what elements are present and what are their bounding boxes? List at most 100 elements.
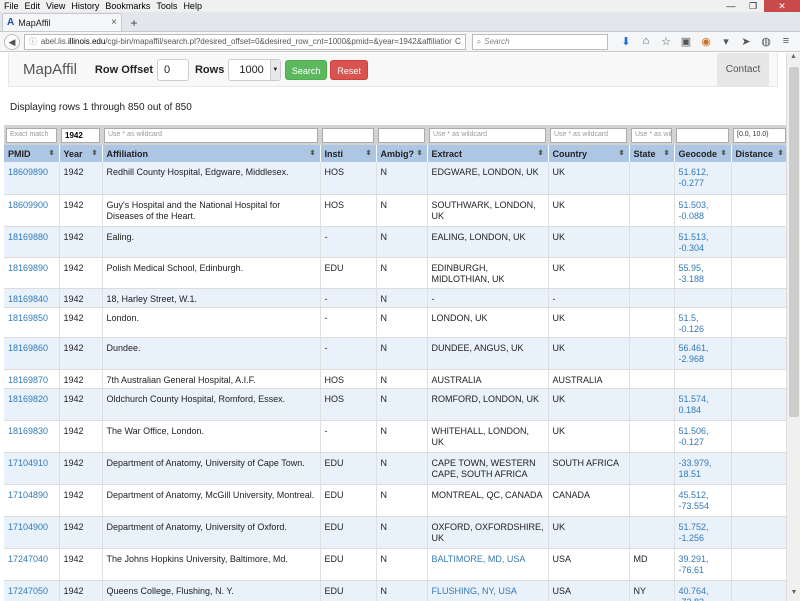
menu-history[interactable]: History xyxy=(71,1,99,11)
column-header-year[interactable]: Year ⬍ xyxy=(59,145,103,162)
column-header-country[interactable]: Country ⬍ xyxy=(548,145,630,162)
reset-button[interactable]: Reset xyxy=(330,59,368,80)
send-icon[interactable]: ➤ xyxy=(736,35,756,48)
geocode-link[interactable]: 40.764, -73.83 xyxy=(679,586,709,601)
new-tab-button[interactable]: + xyxy=(126,15,142,31)
geocode-link[interactable]: 51.574, 0.184 xyxy=(679,394,709,415)
pmid-link[interactable]: 18609900 xyxy=(8,200,48,210)
filter-state-input[interactable]: Use * as wildcard xyxy=(631,127,672,143)
maximize-button[interactable]: ❐ xyxy=(742,0,764,12)
extract-cell[interactable]: BALTIMORE, MD, USA xyxy=(432,554,526,564)
pmid-link[interactable]: 18169840 xyxy=(8,294,48,304)
bookmark-star-icon[interactable]: ☆ xyxy=(656,35,676,48)
extract-cell: LONDON, UK xyxy=(431,312,488,323)
sort-icon[interactable]: ⬍ xyxy=(664,149,670,157)
sort-icon[interactable]: ⬍ xyxy=(49,149,55,157)
pocket-icon[interactable]: ▾ xyxy=(716,35,736,48)
filter-distance-input[interactable]: [0.0, 10.0) xyxy=(733,127,786,143)
pmid-link[interactable]: 18169880 xyxy=(8,232,48,242)
pmid-link[interactable]: 18169890 xyxy=(8,263,48,273)
geocode-link[interactable]: 51.513, -0.304 xyxy=(679,232,709,253)
sort-icon[interactable]: ⬍ xyxy=(538,149,544,157)
search-bar[interactable]: ⌕ Search xyxy=(471,33,608,50)
filter-geocode-input[interactable] xyxy=(676,127,729,143)
filter-insti-input[interactable] xyxy=(322,127,374,143)
pmid-link[interactable]: 18169830 xyxy=(8,426,48,436)
sort-icon[interactable]: ⬍ xyxy=(310,149,316,157)
filter-pmid-input[interactable]: Exact match xyxy=(6,127,57,143)
sort-icon[interactable]: ⬍ xyxy=(366,149,372,157)
column-header-distance[interactable]: Distance ⬍ xyxy=(731,145,786,162)
pmid-link[interactable]: 18169850 xyxy=(8,313,48,323)
sort-icon[interactable]: ⬍ xyxy=(417,149,423,157)
geocode-link[interactable]: 51.5, -0.126 xyxy=(679,313,705,334)
filter-ambig-input[interactable] xyxy=(378,127,425,143)
menu-view[interactable]: View xyxy=(46,1,65,11)
sort-icon[interactable]: ⬍ xyxy=(92,149,98,157)
vertical-scrollbar[interactable]: ▲ ▼ xyxy=(786,53,800,601)
geocode-link[interactable]: 39.291, -76.61 xyxy=(679,554,709,575)
browser-tab[interactable]: A MapAffil × xyxy=(2,13,122,31)
sort-icon[interactable]: ⬍ xyxy=(619,149,625,157)
contact-link[interactable]: Contact xyxy=(717,53,769,86)
back-button[interactable]: ◀ xyxy=(4,33,20,50)
scroll-down-icon[interactable]: ▼ xyxy=(787,589,800,601)
geocode-link[interactable]: -33.979, 18.51 xyxy=(679,458,712,479)
geocode-link[interactable]: 56.461, -2.968 xyxy=(679,343,709,364)
chevron-down-icon[interactable]: ▼ xyxy=(269,59,280,80)
menu-help[interactable]: Help xyxy=(183,1,202,11)
filter-country-input[interactable]: Use * as wildcard xyxy=(550,127,627,143)
menu-bookmarks[interactable]: Bookmarks xyxy=(105,1,150,11)
geocode-link[interactable]: 51.503, -0.088 xyxy=(679,200,709,221)
menu-edit[interactable]: Edit xyxy=(25,1,41,11)
row-offset-input[interactable]: 0 xyxy=(156,58,189,81)
brand-logo[interactable]: MapAffil xyxy=(23,61,77,78)
column-header-pmid[interactable]: PMID ⬍ xyxy=(4,145,60,162)
tab-close-icon[interactable]: × xyxy=(111,17,117,28)
clipboard-icon[interactable]: ▣ xyxy=(676,35,696,48)
table-row: 18169870 1942 7th Australian General Hospi… xyxy=(4,369,786,389)
url-bar[interactable]: ⓘ abel.lis.illinois.edu/cgi-bin/mapaffil… xyxy=(23,33,466,50)
pmid-link[interactable]: 18169820 xyxy=(8,394,48,404)
sort-icon[interactable]: ⬍ xyxy=(721,149,727,157)
sort-icon[interactable]: ⬍ xyxy=(778,149,784,157)
pmid-link[interactable]: 18169870 xyxy=(8,375,48,385)
pmid-link[interactable]: 18169860 xyxy=(8,343,48,353)
home-icon[interactable]: ⌂ xyxy=(636,35,656,48)
pmid-link[interactable]: 17104890 xyxy=(8,490,48,500)
pmid-link[interactable]: 18609890 xyxy=(8,167,48,177)
scroll-up-icon[interactable]: ▲ xyxy=(787,53,800,65)
geocode-link[interactable]: 51.612, -0.277 xyxy=(679,167,709,188)
pmid-link[interactable]: 17247040 xyxy=(8,554,48,564)
geocode-link[interactable]: 51.506, -0.127 xyxy=(679,426,709,447)
filter-year-input[interactable]: 1942 xyxy=(61,127,100,143)
filter-extract-input[interactable]: Use * as wildcard xyxy=(429,127,546,143)
geocode-link[interactable]: 55.95, -3.188 xyxy=(679,263,705,284)
extension-icon[interactable]: ◉ xyxy=(696,35,716,48)
geocode-link[interactable]: 45.512, -73.554 xyxy=(679,490,710,511)
pmid-link[interactable]: 17247050 xyxy=(8,586,48,596)
column-header-insti[interactable]: Insti ⬍ xyxy=(320,145,377,162)
close-window-button[interactable]: ✕ xyxy=(764,0,800,12)
minimize-button[interactable]: — xyxy=(720,0,742,12)
column-header-ambig[interactable]: Ambig? ⬍ xyxy=(376,145,428,162)
info-icon[interactable]: ⓘ xyxy=(29,36,37,47)
hamburger-menu-icon[interactable]: ≡ xyxy=(776,35,796,48)
column-header-state[interactable]: State ⬍ xyxy=(629,145,675,162)
search-button[interactable]: Search xyxy=(284,59,328,80)
column-header-affiliation[interactable]: Affiliation ⬍ xyxy=(102,145,321,162)
download-icon[interactable]: ⬇ xyxy=(616,35,636,48)
menu-file[interactable]: File xyxy=(4,1,19,11)
filter-affiliation-input[interactable]: Use * as wildcard xyxy=(104,127,318,143)
rows-select[interactable]: 1000 ▼ xyxy=(228,58,281,81)
chat-icon[interactable]: ◍ xyxy=(756,35,776,48)
geocode-link[interactable]: 51.752, -1.256 xyxy=(679,522,709,543)
column-header-geocode[interactable]: Geocode ⬍ xyxy=(674,145,732,162)
menu-tools[interactable]: Tools xyxy=(156,1,177,11)
extract-cell[interactable]: FLUSHING, NY, USA xyxy=(432,586,517,596)
pmid-link[interactable]: 17104910 xyxy=(8,458,48,468)
reload-icon[interactable]: C xyxy=(455,37,461,46)
column-header-extract[interactable]: Extract ⬍ xyxy=(427,145,549,162)
pmid-link[interactable]: 17104900 xyxy=(8,522,48,532)
scroll-thumb[interactable] xyxy=(789,67,799,417)
